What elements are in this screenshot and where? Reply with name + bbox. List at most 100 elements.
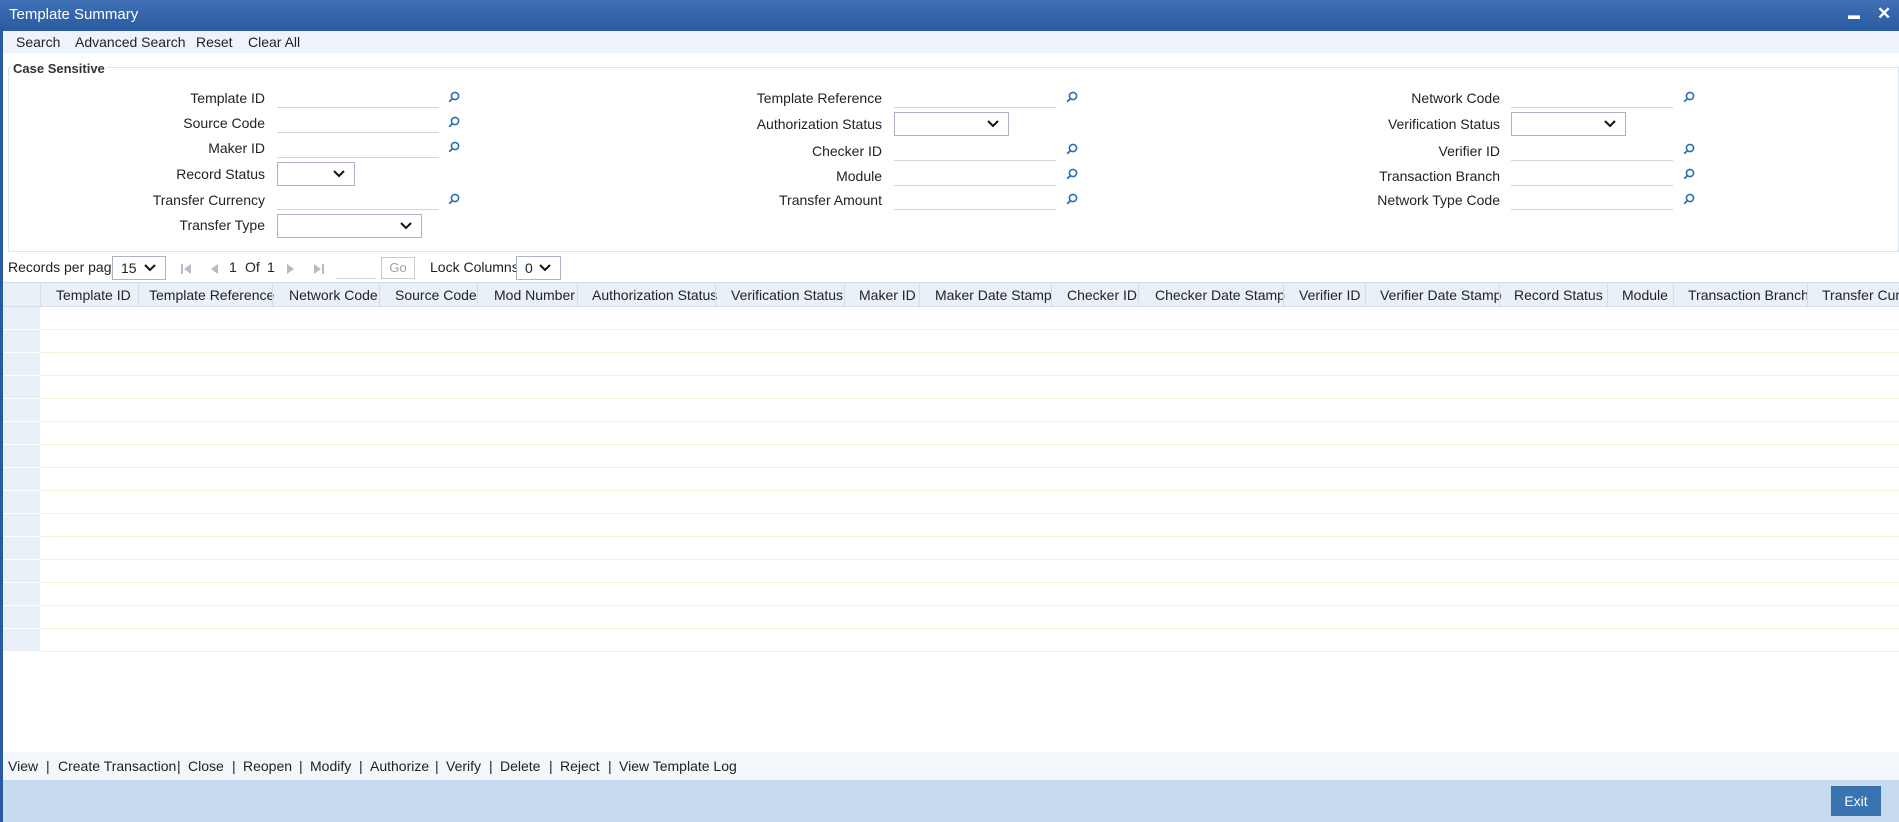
search-icon[interactable]: [1683, 168, 1695, 180]
column-header-mod-number[interactable]: Mod Number: [494, 287, 575, 303]
transfer-currency-field[interactable]: [277, 188, 439, 210]
reopen-button[interactable]: Reopen: [243, 758, 292, 774]
row-selector[interactable]: [3, 445, 40, 468]
column-header-record-status[interactable]: Record Status: [1514, 287, 1603, 303]
column-header-verifier-date-stamp[interactable]: Verifier Date Stamp: [1380, 287, 1501, 303]
template-reference-field[interactable]: [894, 86, 1056, 108]
row-selector[interactable]: [3, 537, 40, 560]
verifier-id-field[interactable]: [1511, 139, 1673, 161]
column-header-template-id[interactable]: Template ID: [56, 287, 131, 303]
column-header-module[interactable]: Module: [1622, 287, 1668, 303]
row-selector[interactable]: [3, 468, 40, 491]
authorize-button[interactable]: Authorize: [370, 758, 429, 774]
table-row: [40, 352, 1899, 353]
first-page-icon[interactable]: [180, 263, 192, 275]
search-icon[interactable]: [1066, 91, 1078, 103]
network-type-code-label: Network Type Code: [1377, 192, 1500, 208]
search-icon[interactable]: [448, 116, 460, 128]
transfer-type-select[interactable]: [277, 214, 422, 238]
column-header-checker-id[interactable]: Checker ID: [1067, 287, 1137, 303]
table-row: [40, 490, 1899, 491]
exit-button[interactable]: Exit: [1831, 786, 1881, 816]
search-icon[interactable]: [1066, 193, 1078, 205]
transaction-branch-field[interactable]: [1511, 164, 1673, 186]
row-selector[interactable]: [3, 353, 40, 376]
column-header-verification-status[interactable]: Verification Status: [731, 287, 843, 303]
network-type-code-field[interactable]: [1511, 188, 1673, 210]
go-button[interactable]: Go: [381, 257, 415, 279]
select-all-header[interactable]: [3, 283, 40, 306]
module-field[interactable]: [894, 164, 1056, 186]
advanced-search-button[interactable]: Advanced Search: [75, 34, 186, 50]
authorization-status-label: Authorization Status: [756, 116, 882, 132]
search-icon[interactable]: [448, 193, 460, 205]
close-button[interactable]: Close: [188, 758, 224, 774]
row-selector[interactable]: [3, 514, 40, 537]
last-page-icon[interactable]: [313, 263, 325, 275]
clear-all-button[interactable]: Clear All: [248, 34, 300, 50]
checker-id-field[interactable]: [894, 139, 1056, 161]
column-header-source-code[interactable]: Source Code: [395, 287, 477, 303]
reset-button[interactable]: Reset: [196, 34, 233, 50]
view-template-log-button[interactable]: View Template Log: [619, 758, 737, 774]
row-selector[interactable]: [3, 307, 40, 330]
source-code-field[interactable]: [277, 111, 439, 133]
table-row: [40, 559, 1899, 560]
close-icon[interactable]: ✕: [1877, 4, 1891, 24]
row-selector[interactable]: [3, 629, 40, 652]
row-selector[interactable]: [3, 583, 40, 606]
records-per-page-select[interactable]: 15: [112, 256, 166, 280]
modify-button[interactable]: Modify: [310, 758, 351, 774]
search-button[interactable]: Search: [16, 34, 60, 50]
row-selector[interactable]: [3, 422, 40, 445]
transfer-currency-label: Transfer Currency: [152, 192, 265, 208]
record-status-select[interactable]: [277, 162, 355, 186]
table-row: [40, 651, 1899, 652]
search-icon[interactable]: [1683, 91, 1695, 103]
delete-button[interactable]: Delete: [500, 758, 540, 774]
search-icon[interactable]: [1683, 143, 1695, 155]
row-selector[interactable]: [3, 606, 40, 629]
authorization-status-select[interactable]: [894, 112, 1009, 136]
action-separator: |: [435, 758, 439, 774]
column-header-transfer-currency[interactable]: Transfer Curr: [1822, 287, 1899, 303]
template-id-field[interactable]: [277, 86, 439, 108]
next-page-icon[interactable]: [285, 263, 297, 275]
column-header-network-code[interactable]: Network Code: [289, 287, 378, 303]
row-selector[interactable]: [3, 376, 40, 399]
search-icon[interactable]: [1066, 143, 1078, 155]
reject-button[interactable]: Reject: [560, 758, 600, 774]
minimize-icon[interactable]: ▬: [1848, 8, 1860, 22]
search-icon[interactable]: [448, 141, 460, 153]
column-header-verifier-id[interactable]: Verifier ID: [1299, 287, 1360, 303]
view-button[interactable]: View: [8, 758, 38, 774]
chevron-down-icon: [144, 264, 156, 272]
column-header-template-reference[interactable]: Template Reference: [149, 287, 274, 303]
row-selector[interactable]: [3, 330, 40, 353]
previous-page-icon[interactable]: [208, 263, 220, 275]
transfer-amount-field[interactable]: [894, 188, 1056, 210]
action-separator: |: [608, 758, 612, 774]
column-header-maker-id[interactable]: Maker ID: [859, 287, 916, 303]
row-selector[interactable]: [3, 560, 40, 583]
column-header-checker-date-stamp[interactable]: Checker Date Stamp: [1155, 287, 1285, 303]
row-selector[interactable]: [3, 491, 40, 514]
column-divider: [477, 283, 478, 306]
column-divider: [844, 283, 845, 306]
verification-status-select[interactable]: [1511, 112, 1626, 136]
column-header-transaction-branch[interactable]: Transaction Branch: [1688, 287, 1809, 303]
lock-columns-select[interactable]: 0: [516, 256, 561, 280]
page-number-input[interactable]: [336, 257, 376, 279]
search-icon[interactable]: [448, 91, 460, 103]
row-selector[interactable]: [3, 399, 40, 422]
search-icon[interactable]: [1683, 193, 1695, 205]
search-icon[interactable]: [1066, 168, 1078, 180]
chevron-down-icon: [400, 222, 412, 230]
network-code-field[interactable]: [1511, 86, 1673, 108]
column-header-authorization-status[interactable]: Authorization Status: [592, 287, 717, 303]
column-header-maker-date-stamp[interactable]: Maker Date Stamp: [935, 287, 1052, 303]
create-transaction-button[interactable]: Create Transaction: [58, 758, 176, 774]
verify-button[interactable]: Verify: [446, 758, 481, 774]
maker-id-field[interactable]: [277, 136, 439, 158]
lock-columns-label: Lock Columns: [430, 259, 519, 275]
